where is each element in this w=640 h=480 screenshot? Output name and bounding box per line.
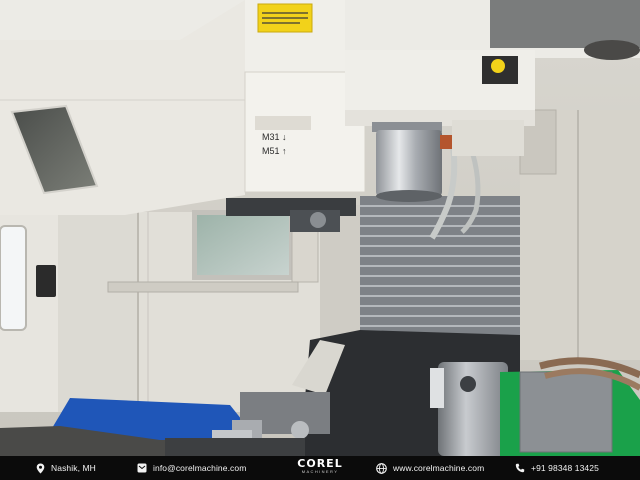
globe-icon: [376, 462, 387, 474]
brand-name: COREL: [297, 457, 343, 470]
machine-interior-photo: M31 ↓ M51 ↑: [0, 0, 640, 456]
location-pin-icon: [36, 463, 45, 474]
machine-label-line-1: M31 ↓: [262, 132, 287, 142]
photo-frame: M31 ↓ M51 ↑ Nashik, MH info@corelmachine…: [0, 0, 640, 480]
indicator-light: [491, 59, 505, 73]
website-text[interactable]: www.corelmachine.com: [393, 463, 484, 473]
email-text[interactable]: info@corelmachine.com: [153, 463, 246, 473]
footer-phone[interactable]: +91 98348 13425: [515, 456, 599, 480]
coolant-rail: [107, 281, 299, 293]
machine-label-line-2: M51 ↑: [262, 146, 287, 156]
inner-wall-panel-left: [58, 212, 138, 412]
footer-email[interactable]: info@corelmachine.com: [137, 456, 246, 480]
brand-tagline: MACHINERY: [301, 469, 339, 474]
email-icon: [137, 463, 147, 473]
back-window-glass: [197, 215, 289, 275]
location-text: Nashik, MH: [51, 463, 96, 473]
spindle-nose: [376, 130, 442, 196]
door-latch: [36, 265, 56, 297]
door-window: [0, 225, 27, 331]
contact-footer-bar: Nashik, MH info@corelmachine.com COREL M…: [0, 456, 640, 480]
footer-location: Nashik, MH: [36, 456, 96, 480]
footer-website[interactable]: www.corelmachine.com: [376, 456, 484, 480]
corel-logo: COREL MACHINERY: [297, 458, 343, 474]
fixture-block: [519, 371, 613, 453]
rotary-chuck: [438, 362, 508, 456]
phone-icon: [515, 463, 525, 473]
phone-text[interactable]: +91 98348 13425: [531, 463, 599, 473]
